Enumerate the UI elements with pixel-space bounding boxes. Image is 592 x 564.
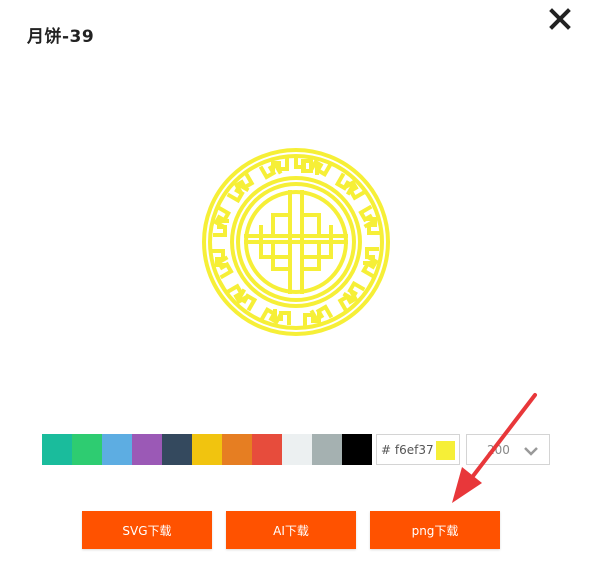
color-swatch-purple[interactable] [132, 434, 162, 465]
color-swatch-green[interactable] [72, 434, 102, 465]
color-swatch-black[interactable] [342, 434, 372, 465]
dialog-title: 月饼-39 [27, 27, 95, 47]
color-swatch-gray[interactable] [312, 434, 342, 465]
current-color-chip [436, 441, 455, 460]
size-select-value: 200 [487, 443, 510, 457]
color-swatch-orange[interactable] [222, 434, 252, 465]
color-swatch-light-gray[interactable] [282, 434, 312, 465]
ai-download-button[interactable]: AI下载 [226, 511, 356, 549]
color-swatch-navy[interactable] [162, 434, 192, 465]
hex-color-input[interactable]: # f6ef37 [376, 434, 460, 465]
color-swatch-blue[interactable] [102, 434, 132, 465]
color-palette [42, 434, 372, 465]
color-swatch-teal[interactable] [42, 434, 72, 465]
svg-download-button[interactable]: SVG下载 [82, 511, 212, 549]
color-swatch-red[interactable] [252, 434, 282, 465]
png-download-button[interactable]: png下载 [370, 511, 500, 549]
hex-color-value: # f6ef37 [381, 442, 434, 457]
size-select[interactable]: 200 [466, 434, 550, 465]
mooncake-emblem-icon [201, 147, 391, 337]
color-swatch-yellow[interactable] [192, 434, 222, 465]
chevron-down-icon [523, 443, 539, 457]
icon-detail-dialog: 月饼-39 # f6ef37 200 SVG下载 AI下载 png下载 [0, 0, 592, 564]
close-icon[interactable] [545, 4, 575, 34]
